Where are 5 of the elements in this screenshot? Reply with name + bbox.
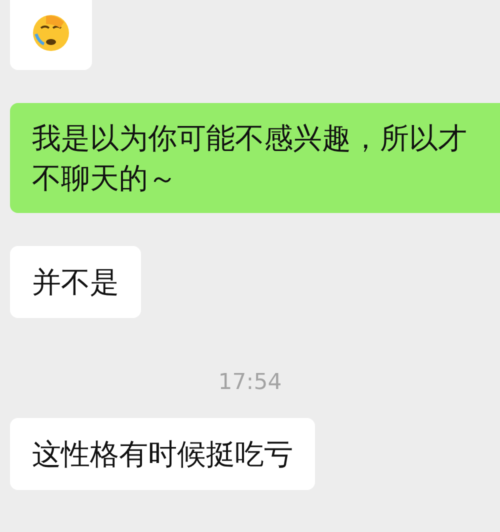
message-bubble: 这性格有时候挺吃亏 bbox=[10, 418, 315, 490]
facepalm-emoji-icon bbox=[32, 14, 70, 52]
timestamp: 17:54 bbox=[218, 369, 282, 397]
message-bubble: 我是以为你可能不感兴趣，所以才不聊天的～ bbox=[10, 103, 500, 213]
message-bubble: 并不是 bbox=[10, 246, 141, 318]
